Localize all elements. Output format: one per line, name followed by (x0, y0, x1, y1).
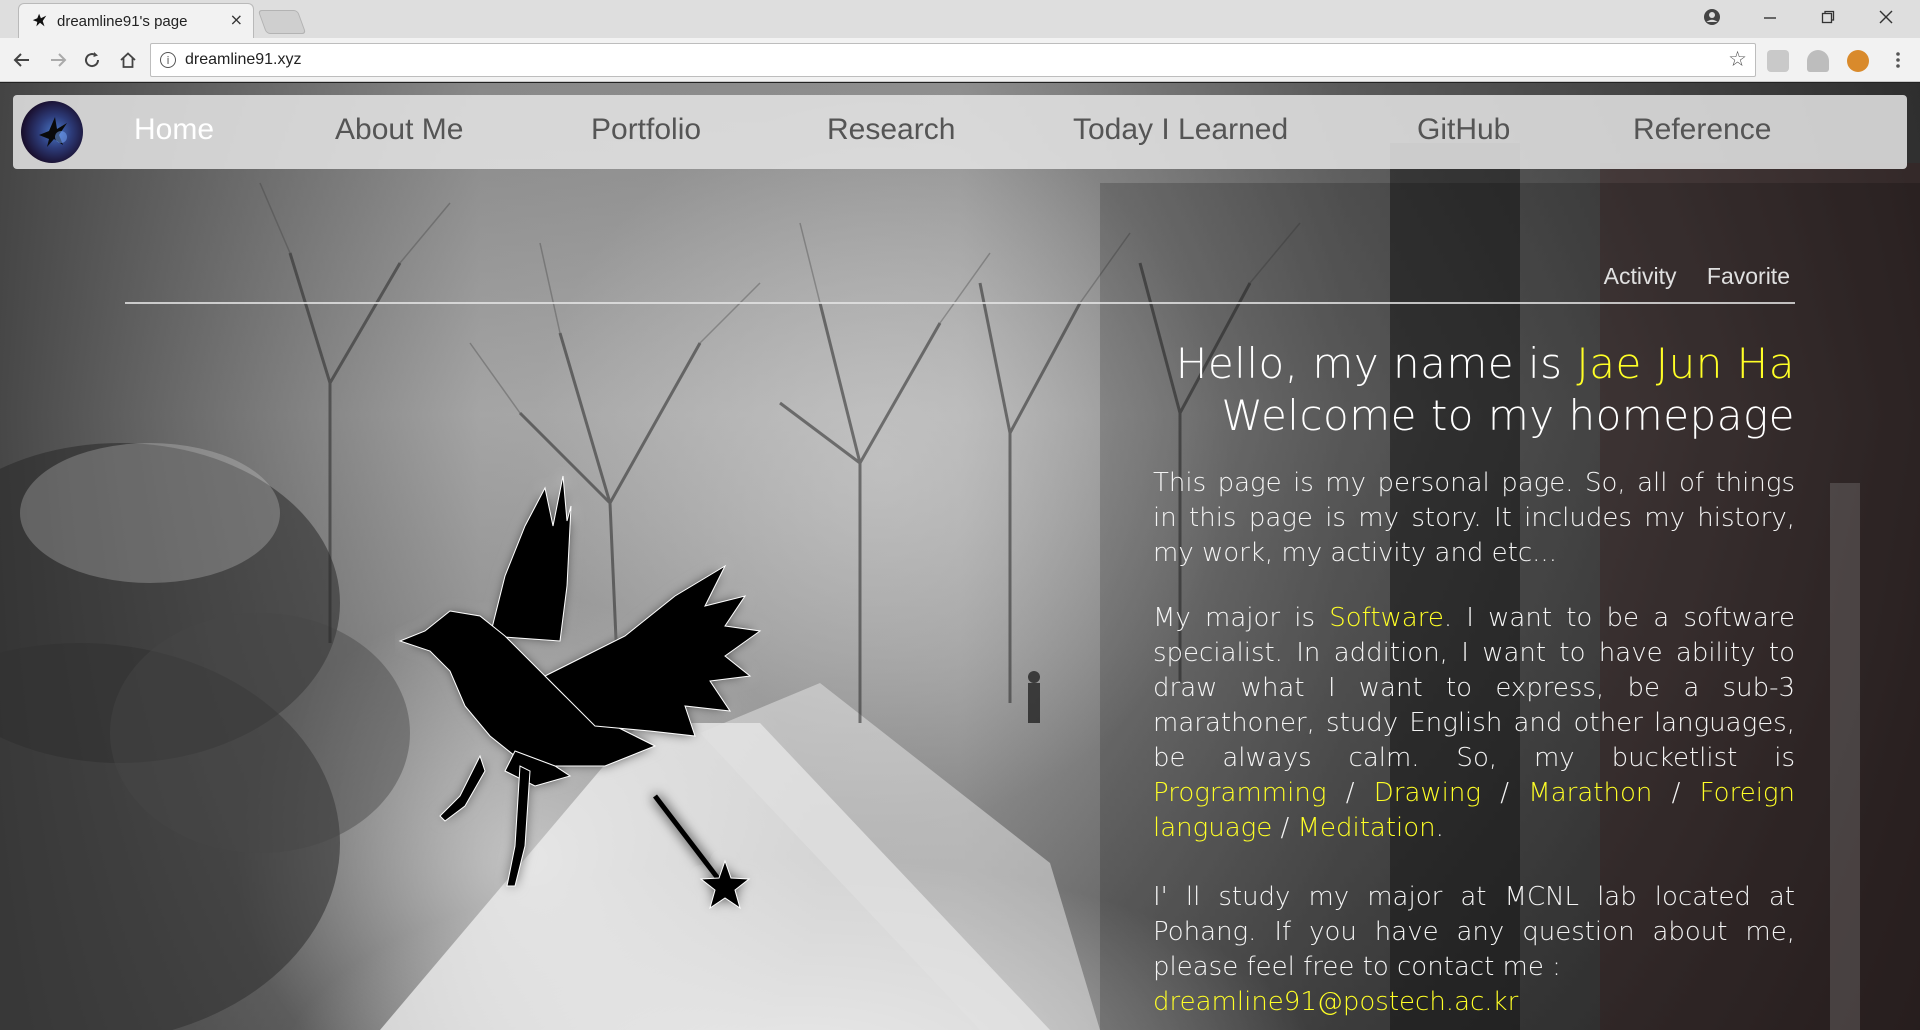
bird-silhouette-icon (398, 475, 762, 910)
site-logo[interactable] (21, 101, 83, 163)
major-text-3: . (1435, 813, 1444, 843)
separator: / (1480, 778, 1529, 808)
major-highlight: Software (1329, 603, 1444, 633)
separator: / (1326, 778, 1374, 808)
browser-toolbar: i dreamline91.xyz ☆ (0, 38, 1920, 82)
page-viewport: Home About Me Portfolio Research Today I… (0, 83, 1920, 1030)
profile-icon[interactable] (1684, 0, 1740, 34)
tab-close-icon[interactable]: × (230, 10, 243, 29)
back-icon[interactable] (8, 46, 36, 74)
new-tab-button[interactable] (257, 10, 307, 34)
menu-kebab-icon[interactable] (1884, 46, 1912, 74)
major-text-1: My major is (1153, 603, 1330, 633)
contact-paragraph: I' ll study my major at MCNL lab located… (1153, 880, 1795, 1020)
divider-line (125, 302, 1795, 304)
extension-person-icon[interactable] (1807, 50, 1829, 72)
browser-tab-bar: dreamline91's page × (0, 0, 1920, 38)
major-paragraph: My major is Software. I want to be a sof… (1153, 601, 1795, 846)
restore-icon[interactable] (1800, 0, 1856, 34)
bucket-marathon: Marathon (1528, 778, 1653, 808)
bucket-drawing: Drawing (1373, 778, 1481, 808)
author-name: Jae Jun Ha (1576, 339, 1795, 388)
extension-ex-icon[interactable] (1767, 50, 1789, 72)
subnav-activity[interactable]: Activity (1604, 263, 1677, 289)
greeting-prefix: Hello, my name is (1175, 339, 1577, 388)
close-window-icon[interactable] (1858, 0, 1914, 34)
site-navbar: Home About Me Portfolio Research Today I… (13, 95, 1907, 169)
email-link[interactable]: dreamline91@postech.ac.kr (1153, 987, 1518, 1017)
separator: / (1272, 813, 1298, 843)
home-icon[interactable] (114, 46, 142, 74)
nav-reference[interactable]: Reference (1633, 113, 1771, 147)
nav-about-me[interactable]: About Me (335, 113, 463, 147)
bucket-meditation: Meditation (1297, 813, 1436, 843)
tab-title: dreamline91's page (57, 13, 188, 30)
nav-today-i-learned[interactable]: Today I Learned (1073, 113, 1288, 147)
site-info-icon[interactable]: i (160, 52, 176, 68)
nav-portfolio[interactable]: Portfolio (591, 113, 701, 147)
intro-paragraph: This page is my personal page. So, all o… (1153, 468, 1795, 568)
nav-home[interactable]: Home (134, 113, 214, 147)
browser-tab[interactable]: dreamline91's page × (18, 3, 254, 38)
nav-research[interactable]: Research (827, 113, 955, 147)
bird-favicon-icon (32, 13, 47, 27)
subnav-favorite[interactable]: Favorite (1707, 263, 1790, 289)
bucket-programming: Programming (1153, 778, 1327, 808)
minimize-icon[interactable] (1742, 0, 1798, 34)
separator: / (1652, 778, 1700, 808)
address-bar[interactable]: i dreamline91.xyz ☆ (150, 43, 1756, 77)
reload-icon[interactable] (78, 46, 106, 74)
contact-text: I' ll study my major at MCNL lab located… (1153, 882, 1795, 982)
forward-icon[interactable] (44, 46, 72, 74)
bookmark-star-icon[interactable]: ☆ (1728, 47, 1747, 71)
url-text: dreamline91.xyz (185, 51, 302, 68)
greeting-line-2: Welcome to my homepage (1221, 391, 1795, 440)
bird-logo-icon (39, 117, 67, 147)
nav-github[interactable]: GitHub (1417, 113, 1510, 147)
extension-cookie-icon[interactable] (1847, 50, 1869, 72)
greeting-line-1: Hello, my name is Jae Jun Ha (1135, 338, 1795, 390)
greeting-block: Hello, my name is Jae Jun Ha Welcome to … (1135, 338, 1795, 442)
sub-navigation: Activity Favorite (1580, 263, 1790, 290)
